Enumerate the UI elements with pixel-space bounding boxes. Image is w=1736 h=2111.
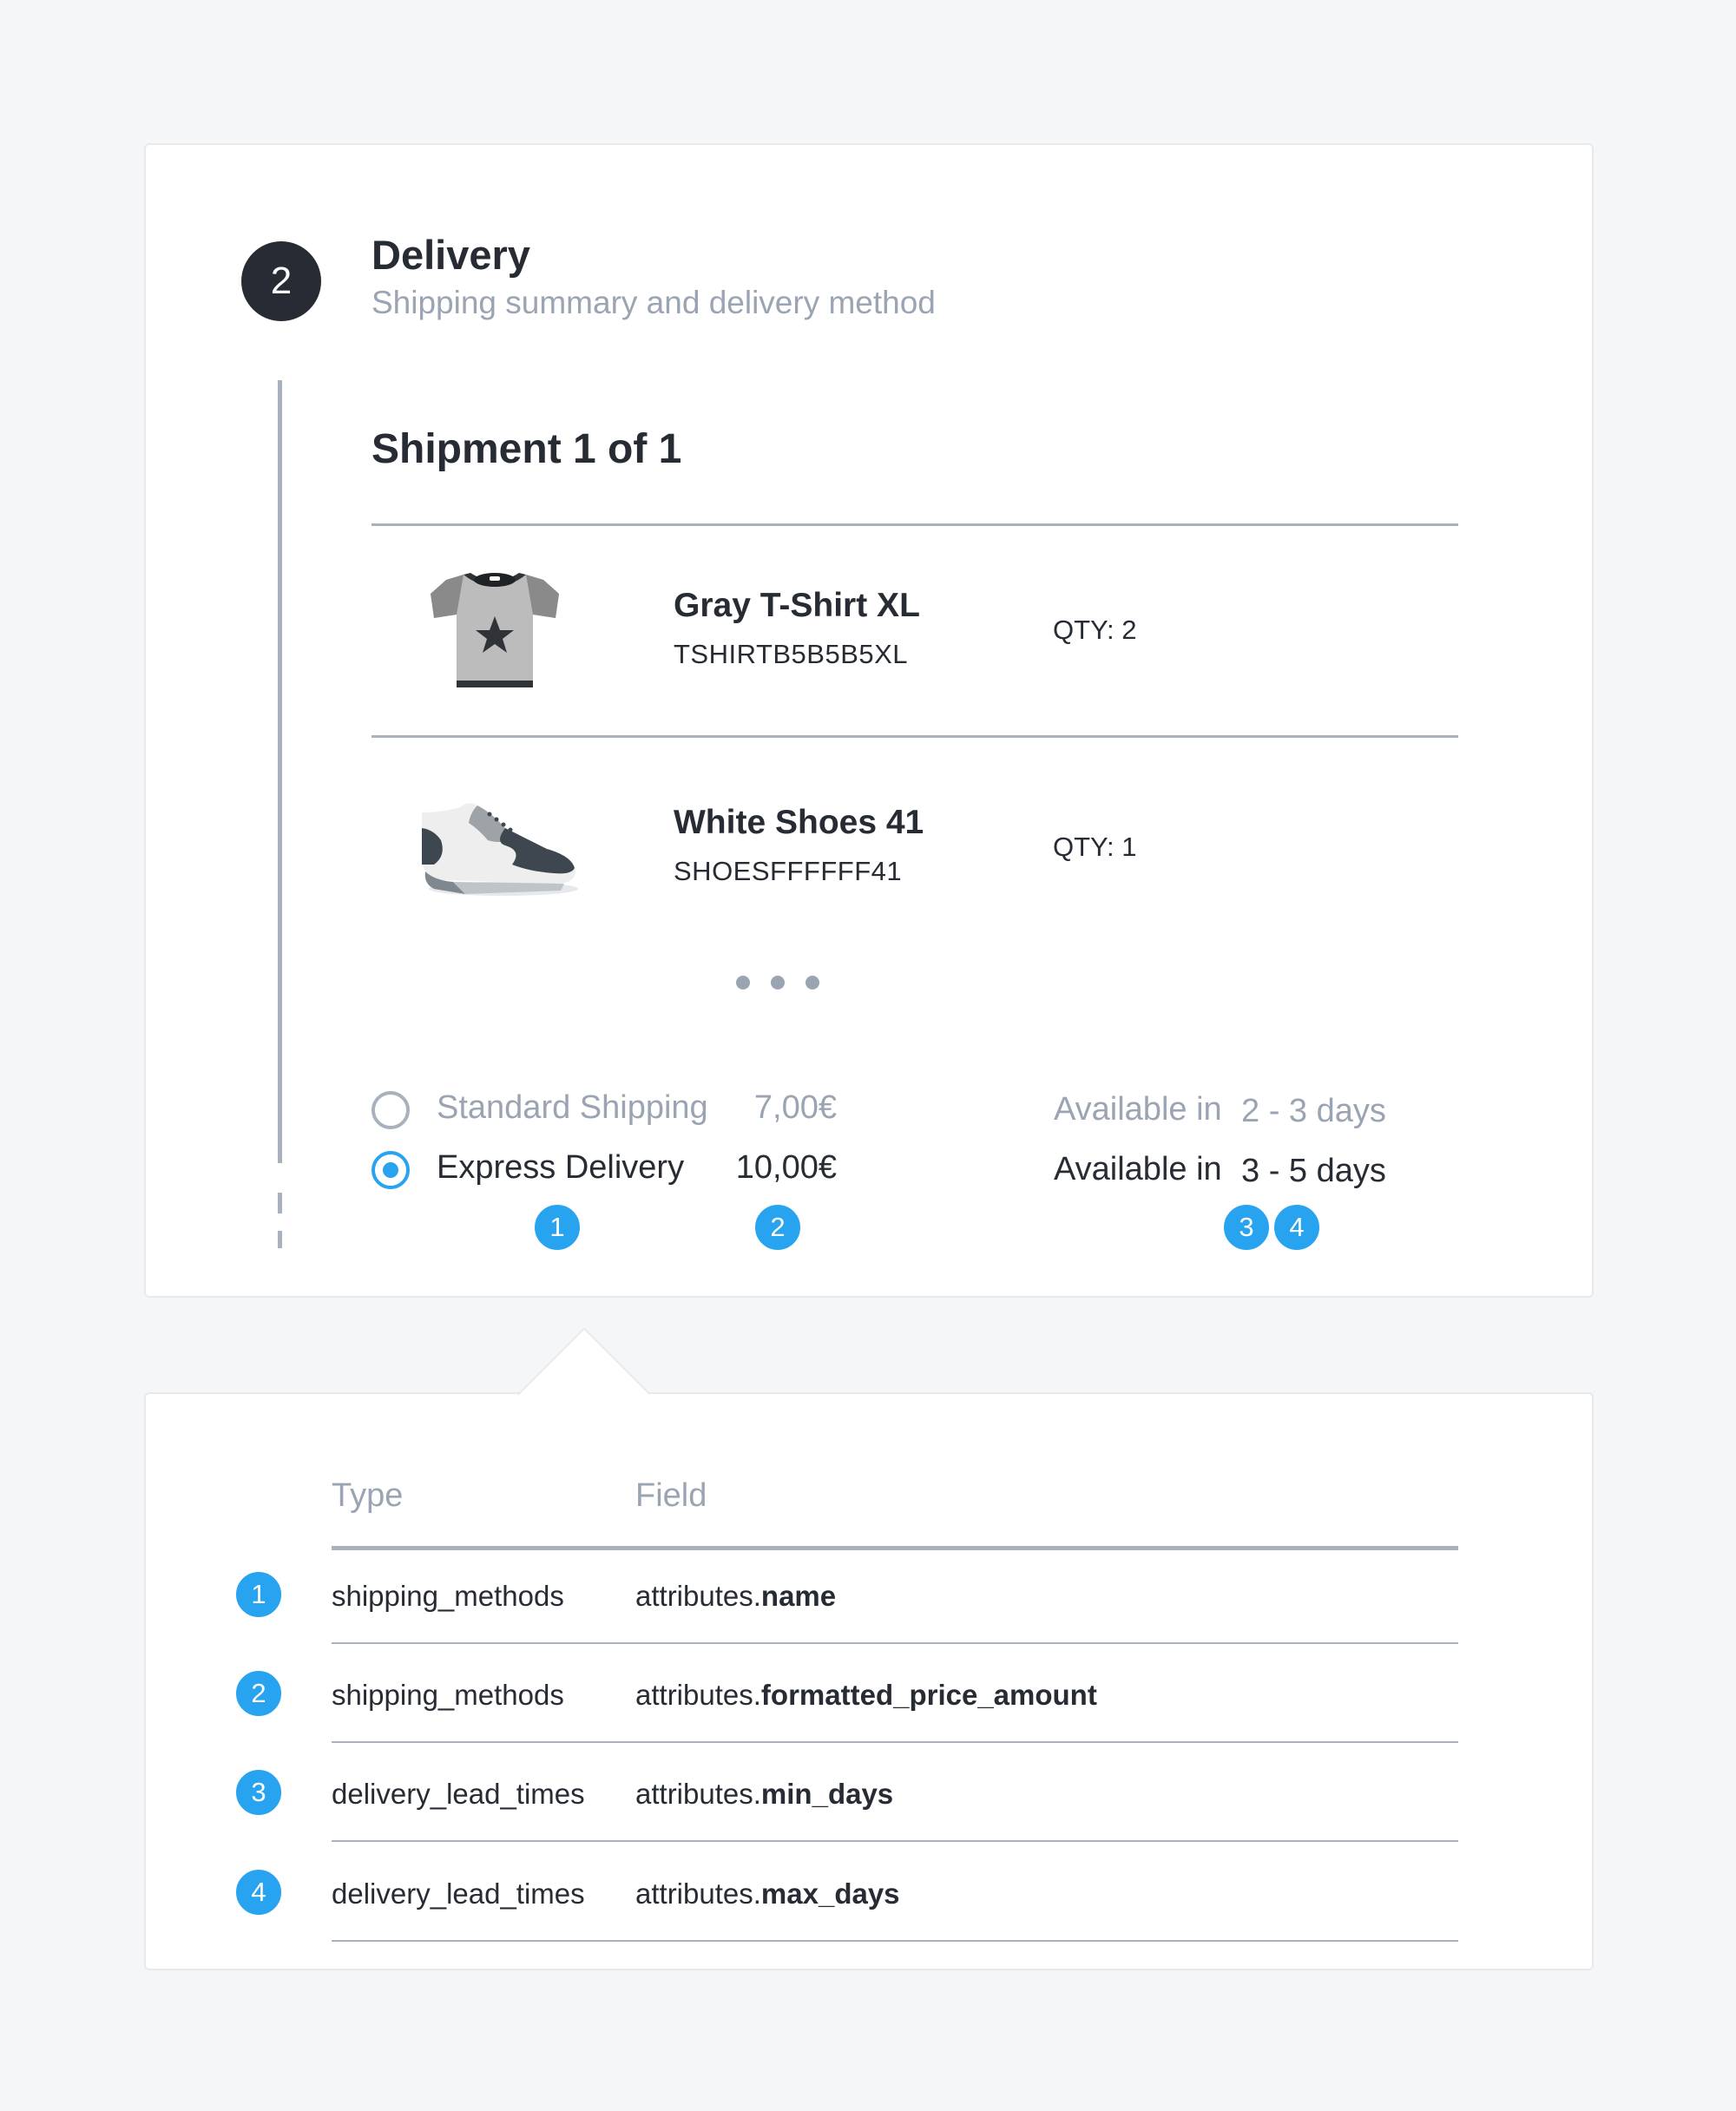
field-cell: attributes.name (635, 1580, 837, 1612)
row-badge: 4 (234, 1868, 283, 1917)
availability-label: Available in (1054, 1151, 1222, 1187)
standard-shipping-radio[interactable] (372, 1091, 410, 1129)
shoe-icon (422, 803, 578, 896)
row-divider (332, 1642, 1458, 1644)
callout-badge: 1 (533, 1203, 582, 1252)
row-badge: 2 (234, 1669, 283, 1718)
item-sku: TSHIRTB5B5B5XL (674, 639, 909, 669)
method-price: 7,00€ (753, 1089, 837, 1126)
dot (806, 976, 819, 990)
item-sku: SHOESFFFFFF41 (674, 856, 903, 886)
field-cell: attributes.min_days (635, 1778, 894, 1810)
express-delivery-radio[interactable] (372, 1151, 410, 1189)
dot (771, 976, 785, 990)
callout-pointer (517, 1328, 649, 1395)
tshirt-icon (431, 573, 559, 687)
row-divider (332, 1840, 1458, 1842)
type-cell: shipping_methods (332, 1580, 564, 1612)
timeline-line (278, 380, 282, 1163)
item-qty: QTY: 2 (1053, 615, 1137, 645)
method-price: 10,00€ (735, 1149, 837, 1186)
availability-days: 2 - 3 days (1241, 1093, 1386, 1129)
step-number-badge: 2 (241, 241, 321, 321)
header-divider (332, 1546, 1458, 1550)
timeline-dash (278, 1193, 282, 1213)
row-badge: 3 (234, 1768, 283, 1817)
field-cell: attributes.max_days (635, 1878, 900, 1910)
item-qty: QTY: 1 (1053, 832, 1137, 862)
dot (736, 976, 750, 990)
shipment-title: Shipment 1 of 1 (372, 426, 682, 472)
row-badge: 1 (234, 1570, 283, 1619)
timeline-dash (278, 1231, 282, 1248)
step-subtitle: Shipping summary and delivery method (372, 285, 936, 320)
type-cell: shipping_methods (332, 1679, 564, 1711)
type-cell: delivery_lead_times (332, 1778, 585, 1810)
row-divider (332, 1940, 1458, 1942)
divider (372, 523, 1458, 526)
callout-badge: 3 (1222, 1203, 1271, 1252)
step-title: Delivery (372, 232, 530, 278)
column-header-type: Type (332, 1477, 404, 1514)
item-name: Gray T-Shirt XL (674, 587, 920, 624)
item-name: White Shoes 41 (674, 804, 924, 841)
availability-days: 3 - 5 days (1241, 1153, 1386, 1189)
divider (372, 735, 1458, 738)
column-header-field: Field (635, 1477, 707, 1514)
type-cell: delivery_lead_times (332, 1878, 585, 1910)
more-dots-icon (734, 972, 830, 993)
callout-badge: 4 (1272, 1203, 1321, 1252)
row-divider (332, 1741, 1458, 1743)
field-cell: attributes.formatted_price_amount (635, 1679, 1097, 1711)
callout-badge: 2 (753, 1203, 802, 1252)
availability-label: Available in (1054, 1091, 1222, 1128)
